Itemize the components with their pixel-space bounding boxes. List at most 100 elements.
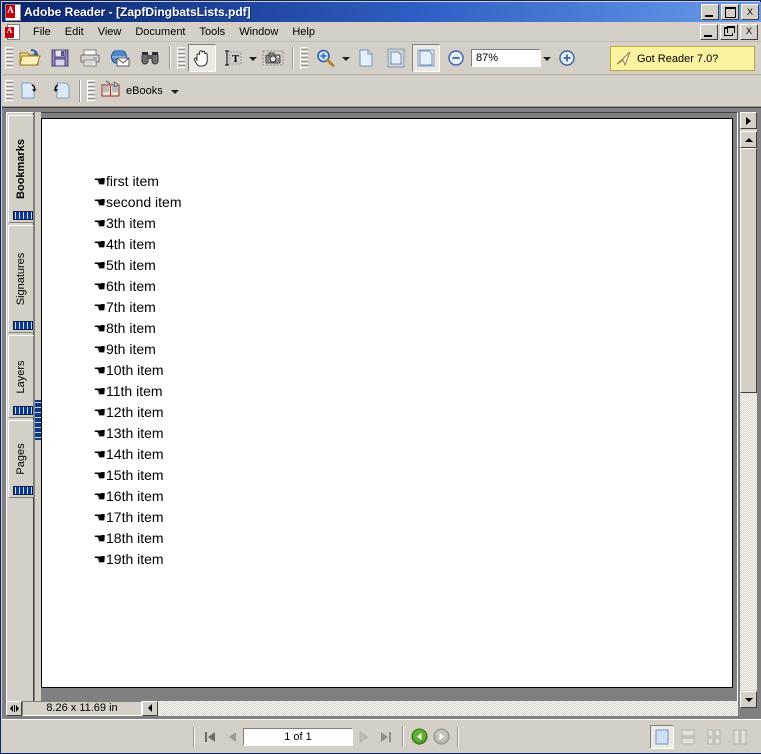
acrobat-icon bbox=[5, 4, 21, 21]
toolbar-separator-zoom bbox=[292, 47, 293, 69]
zoom-tool-button[interactable] bbox=[311, 44, 339, 72]
menu-item-document[interactable]: Document bbox=[128, 24, 192, 40]
previous-view-button[interactable] bbox=[16, 77, 44, 105]
select-tool-chevron-down-icon[interactable] bbox=[247, 45, 258, 71]
zoom-tool-chevron-down-icon[interactable] bbox=[340, 45, 351, 71]
hand-tool-button[interactable] bbox=[188, 44, 216, 72]
navigation-pane-splitter[interactable] bbox=[35, 112, 41, 708]
sidebar-item-signatures[interactable]: Signatures bbox=[8, 225, 34, 333]
pages-tab-grip[interactable] bbox=[13, 486, 33, 495]
close-button[interactable]: X bbox=[741, 4, 759, 20]
main-toolbar: T 87% Got Reader 7.0? bbox=[2, 42, 761, 75]
menu-item-file[interactable]: File bbox=[26, 24, 58, 40]
list-item: ☛ 12th item bbox=[88, 402, 181, 423]
child-restore-button[interactable] bbox=[720, 23, 738, 40]
list-item-label: 18th item bbox=[106, 530, 164, 546]
last-page-button[interactable] bbox=[375, 726, 397, 748]
go-forward-button[interactable] bbox=[430, 726, 452, 748]
list-item: ☛ 18th item bbox=[88, 528, 181, 549]
signatures-tab-grip[interactable] bbox=[13, 321, 33, 330]
splitter-handle[interactable] bbox=[35, 400, 41, 440]
zoom-level-chevron-down-icon[interactable] bbox=[541, 45, 552, 71]
zoom-in-button[interactable] bbox=[553, 44, 581, 72]
maximize-button[interactable] bbox=[721, 4, 739, 20]
pointing-hand-bullet-icon: ☛ bbox=[93, 425, 106, 441]
list-item: ☛ 8th item bbox=[88, 318, 181, 339]
secondary-toolbar-separator bbox=[79, 79, 80, 102]
next-page-button[interactable] bbox=[353, 726, 375, 748]
page-number-input[interactable]: 1 of 1 bbox=[243, 727, 353, 746]
toolbar-overflow-button[interactable] bbox=[740, 112, 757, 129]
previous-page-button[interactable] bbox=[221, 726, 243, 748]
list-item-label: 9th item bbox=[106, 341, 156, 357]
pointing-hand-bullet-icon: ☛ bbox=[93, 383, 106, 399]
scrollbar-thumb[interactable] bbox=[740, 148, 757, 393]
bookmarks-tab-grip[interactable] bbox=[13, 211, 33, 220]
menu-item-view[interactable]: View bbox=[91, 24, 129, 40]
list-item: ☛ 11th item bbox=[88, 381, 181, 402]
scrollbar-track[interactable] bbox=[740, 148, 757, 690]
sidebar-item-bookmarks[interactable]: Bookmarks bbox=[8, 115, 34, 223]
list-item-label: 7th item bbox=[106, 299, 156, 315]
ebooks-button[interactable]: eBooks bbox=[97, 77, 183, 105]
toolbar-grip-zoom[interactable] bbox=[300, 47, 308, 69]
first-page-button[interactable] bbox=[199, 726, 221, 748]
select-text-tool-button[interactable]: T bbox=[218, 44, 246, 72]
sidebar-item-pages[interactable]: Pages bbox=[8, 420, 34, 498]
got-reader-promo-button[interactable]: Got Reader 7.0? bbox=[610, 46, 755, 71]
document-viewport[interactable]: ☛ first item ☛ second item ☛ 3th item ☛ … bbox=[35, 112, 738, 708]
toolbar-grip-tools[interactable] bbox=[177, 47, 185, 69]
scroll-left-button[interactable] bbox=[142, 700, 158, 716]
print-button[interactable] bbox=[76, 44, 104, 72]
list-item-label: 17th item bbox=[106, 509, 164, 525]
sidebar-item-label: Bookmarks bbox=[15, 139, 27, 199]
list-item-label: 5th item bbox=[106, 257, 156, 273]
paper-plane-icon bbox=[611, 51, 637, 66]
fit-page-button[interactable] bbox=[382, 44, 410, 72]
child-close-button[interactable]: X bbox=[740, 23, 758, 40]
resize-pane-button[interactable] bbox=[6, 700, 22, 716]
fit-width-button[interactable] bbox=[412, 44, 440, 72]
secondary-toolbar: eBooks bbox=[2, 75, 761, 107]
ebooks-chevron-down-icon[interactable] bbox=[169, 78, 180, 104]
scroll-down-button[interactable] bbox=[740, 691, 757, 708]
sidebar-item-layers[interactable]: Layers bbox=[8, 335, 34, 418]
vertical-scrollbar[interactable] bbox=[740, 112, 757, 708]
ebooks-toolbar-grip[interactable] bbox=[87, 79, 95, 102]
layers-tab-grip[interactable] bbox=[13, 406, 33, 415]
continuous-view-button[interactable] bbox=[676, 725, 700, 749]
next-view-button[interactable] bbox=[46, 77, 74, 105]
go-back-button[interactable] bbox=[408, 726, 430, 748]
menu-item-window[interactable]: Window bbox=[232, 24, 285, 40]
menu-item-help[interactable]: Help bbox=[285, 24, 322, 40]
facing-view-button[interactable] bbox=[728, 725, 752, 749]
search-button[interactable] bbox=[136, 44, 164, 72]
menu-item-edit[interactable]: Edit bbox=[58, 24, 91, 40]
continuous-facing-view-button[interactable] bbox=[702, 725, 726, 749]
scroll-up-button[interactable] bbox=[740, 131, 757, 148]
actual-size-button[interactable] bbox=[352, 44, 380, 72]
menu-item-tools[interactable]: Tools bbox=[193, 24, 233, 40]
child-minimize-button[interactable] bbox=[700, 23, 718, 40]
zoom-level-input[interactable]: 87% bbox=[471, 49, 541, 67]
list-item-label: 10th item bbox=[106, 362, 164, 378]
secondary-toolbar-grip[interactable] bbox=[5, 79, 13, 102]
snapshot-tool-button[interactable] bbox=[259, 44, 287, 72]
save-button[interactable] bbox=[46, 44, 74, 72]
list-item: ☛ first item bbox=[88, 171, 181, 192]
minimize-button[interactable] bbox=[701, 4, 719, 20]
list-item: ☛ 19th item bbox=[88, 549, 181, 570]
open-file-button[interactable] bbox=[16, 44, 44, 72]
toolbar-grip[interactable] bbox=[5, 47, 13, 69]
ebooks-label: eBooks bbox=[126, 84, 163, 97]
email-button[interactable] bbox=[106, 44, 134, 72]
single-page-view-button[interactable] bbox=[650, 724, 674, 749]
horizontal-scrollbar-track[interactable] bbox=[158, 700, 738, 716]
list-item: ☛ second item bbox=[88, 192, 181, 213]
pointing-hand-bullet-icon: ☛ bbox=[93, 446, 106, 462]
pointing-hand-bullet-icon: ☛ bbox=[93, 215, 106, 231]
list-item: ☛ 16th item bbox=[88, 486, 181, 507]
status-separator-history bbox=[402, 726, 403, 747]
zoom-out-button[interactable] bbox=[442, 44, 470, 72]
pointing-hand-bullet-icon: ☛ bbox=[93, 341, 106, 357]
